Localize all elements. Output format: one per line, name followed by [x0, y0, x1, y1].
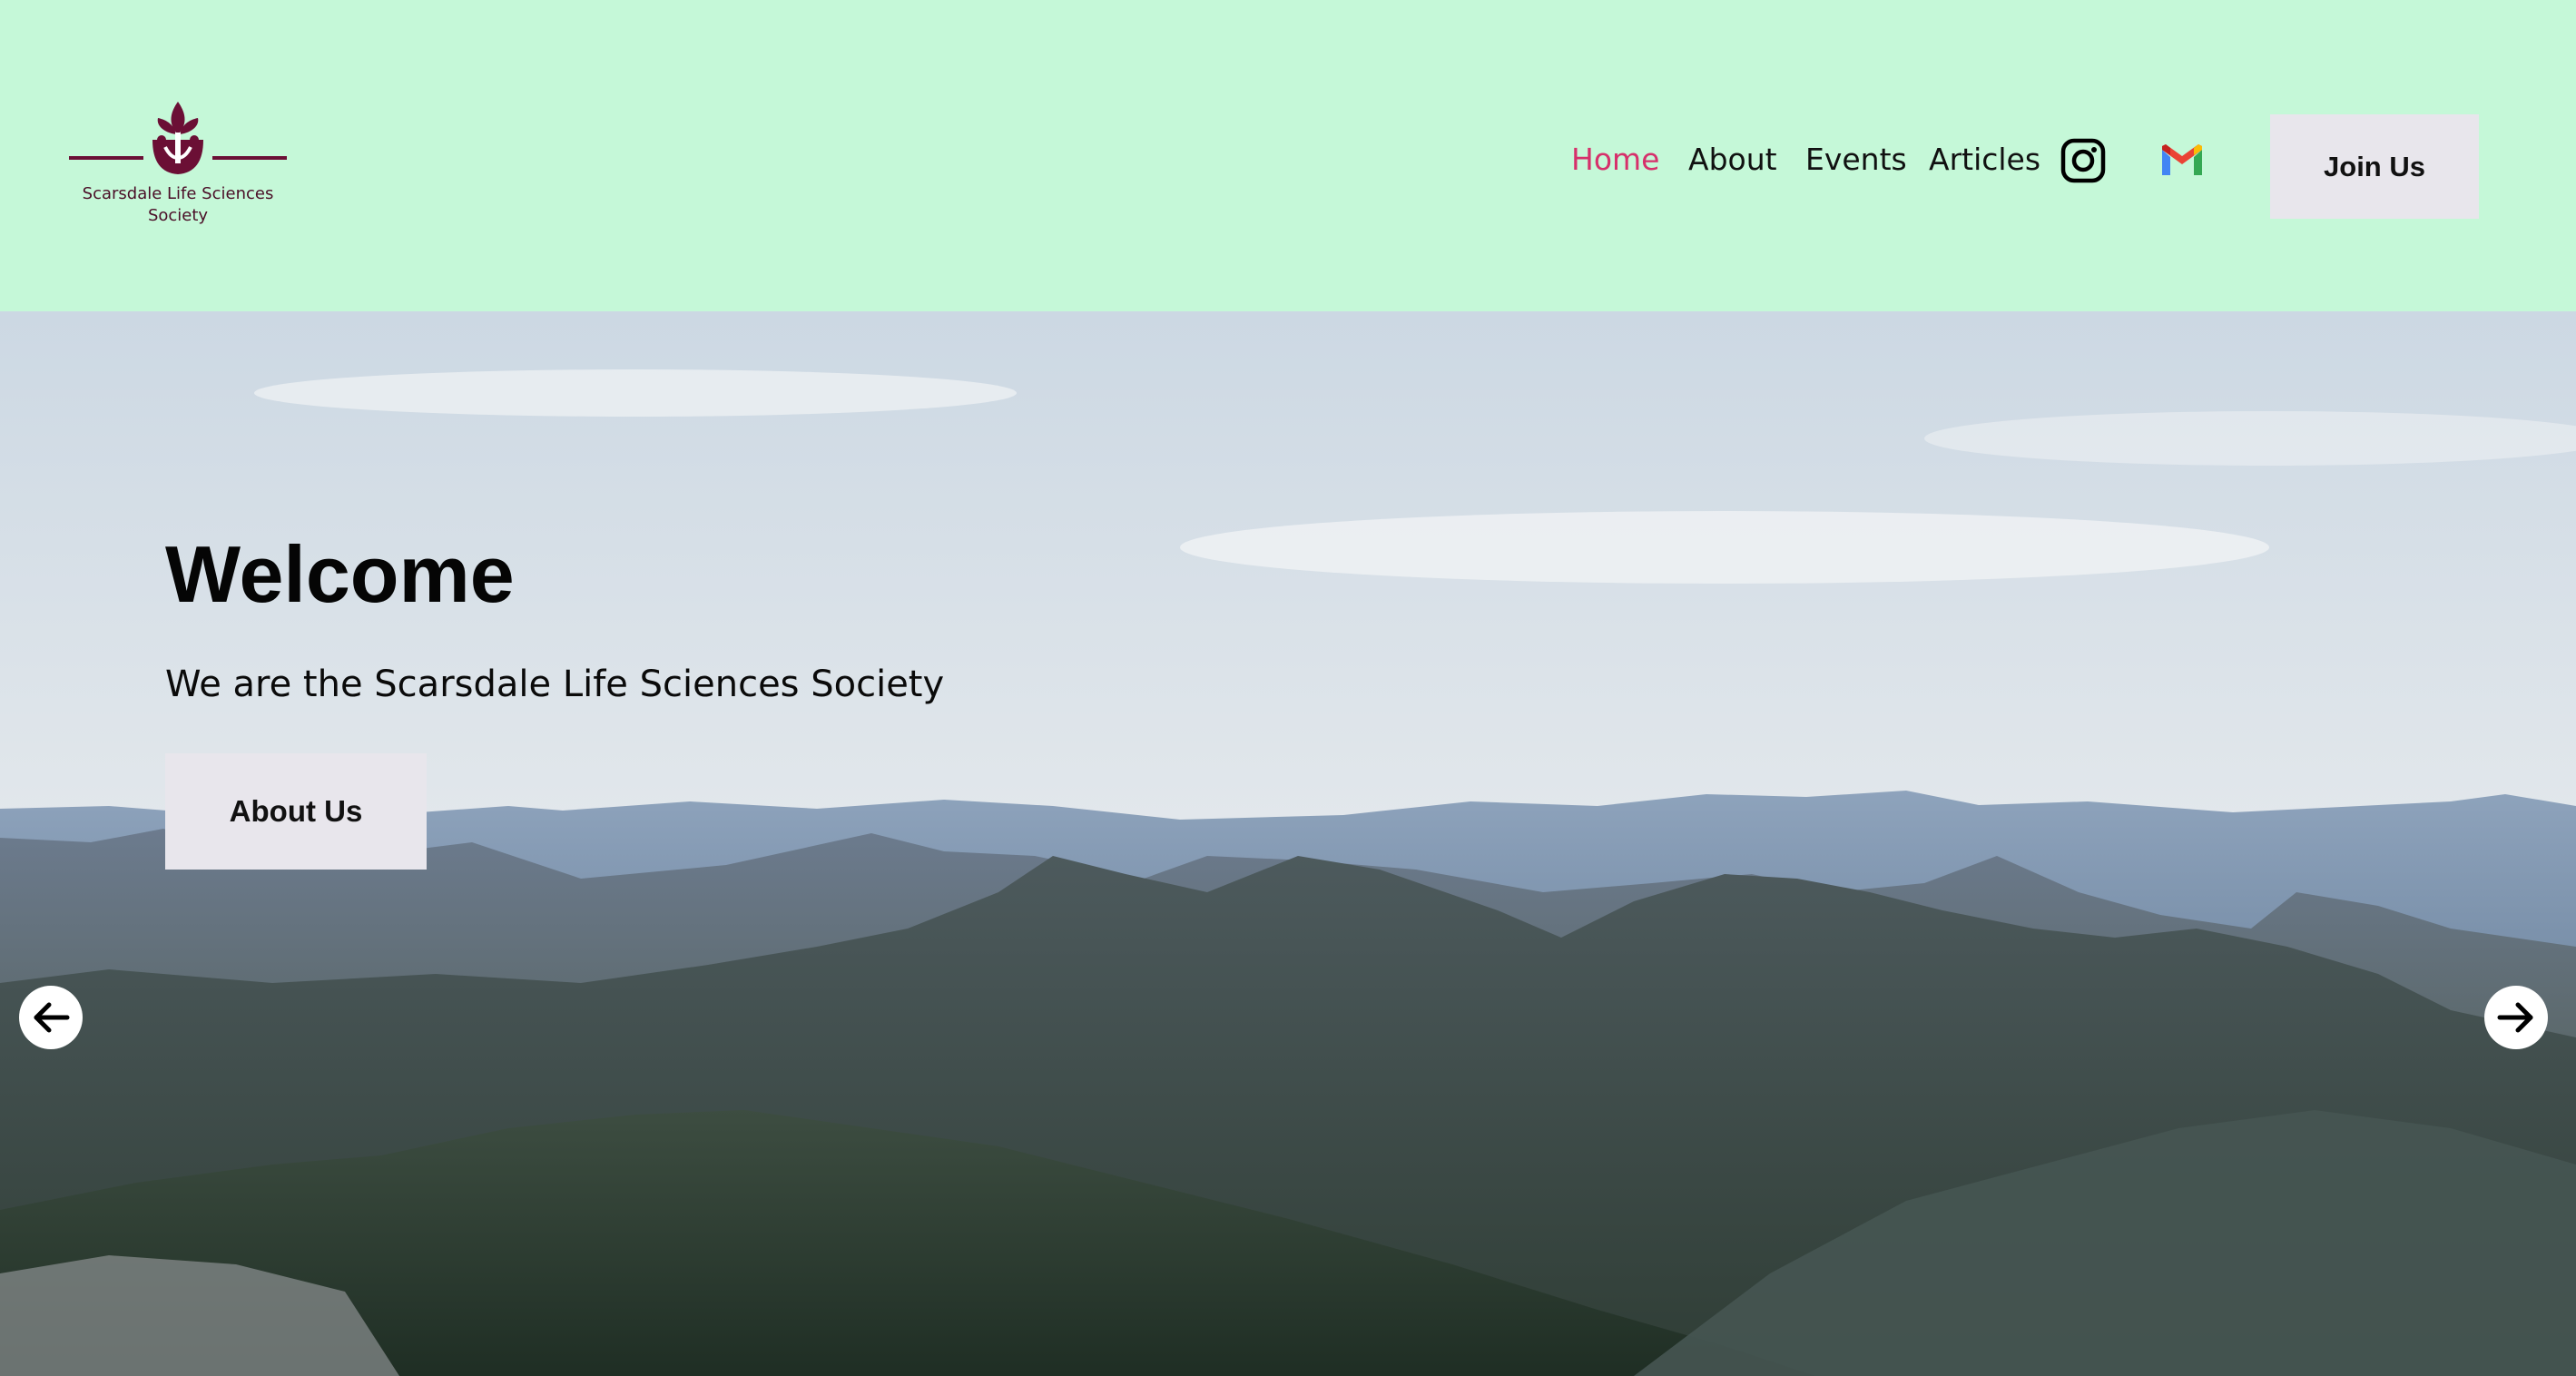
- nav-home[interactable]: Home: [1571, 133, 1659, 187]
- nav-articles[interactable]: Articles: [1929, 133, 2040, 187]
- nav-about[interactable]: About: [1688, 133, 1777, 187]
- hero-title: Welcome: [165, 529, 515, 619]
- instagram-icon[interactable]: [2060, 137, 2107, 184]
- gmail-icon[interactable]: [2158, 137, 2206, 184]
- tree-hands-icon: [69, 102, 287, 174]
- slideshow-next-button[interactable]: [2484, 986, 2548, 1049]
- nav-events[interactable]: Events: [1805, 133, 1907, 187]
- site-logo[interactable]: Scarsdale Life Sciences Society: [69, 98, 287, 234]
- hero-slideshow: Welcome We are the Scarsdale Life Scienc…: [0, 311, 2576, 1376]
- site-header: Scarsdale Life Sciences Society Home Abo…: [0, 0, 2576, 311]
- slideshow-prev-button[interactable]: [19, 986, 83, 1049]
- join-us-button[interactable]: Join Us: [2270, 114, 2479, 219]
- logo-text: Scarsdale Life Sciences Society: [82, 184, 274, 225]
- hero-subtitle: We are the Scarsdale Life Sciences Socie…: [165, 663, 945, 705]
- arrow-right-icon: [2497, 1002, 2533, 1033]
- about-us-button[interactable]: About Us: [165, 753, 427, 870]
- arrow-left-icon: [34, 1002, 70, 1033]
